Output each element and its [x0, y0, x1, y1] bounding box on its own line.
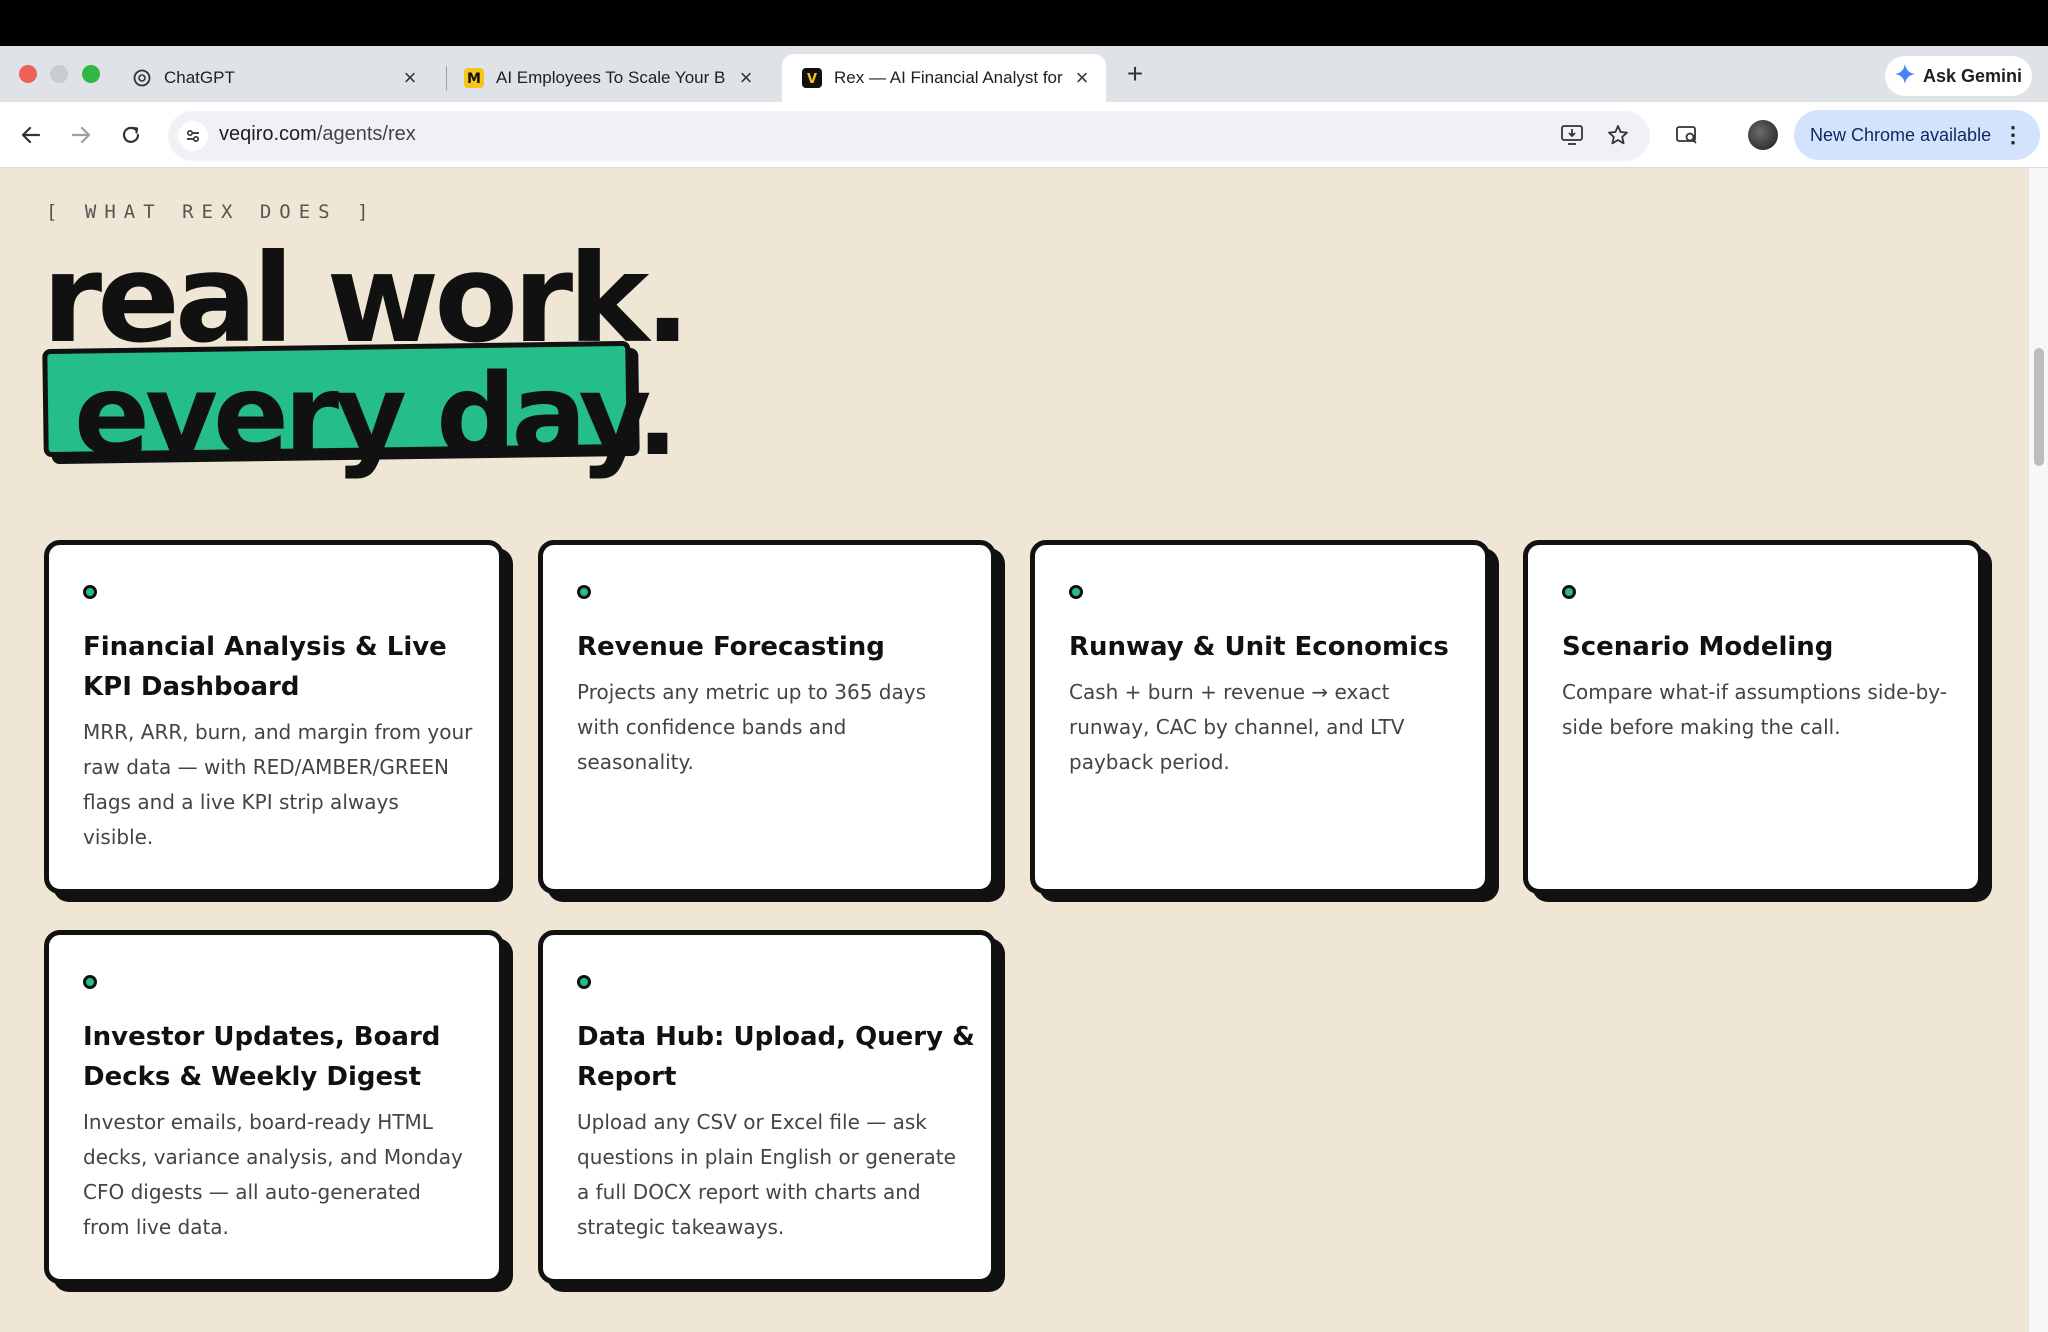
tab-search-icon[interactable]: [1672, 120, 1702, 150]
new-chrome-label: New Chrome available: [1810, 124, 1992, 145]
reload-icon: [122, 126, 140, 143]
feature-card-financial-analysis: Financial Analysis & Live KPI Dashboard …: [44, 540, 504, 894]
card-description: Upload any CSV or Excel file — ask quest…: [577, 1110, 956, 1239]
bookmark-star-icon[interactable]: [1603, 120, 1633, 150]
veqiro-icon: V: [802, 68, 822, 88]
card-bullet-dot: [1562, 585, 1576, 599]
tab-title: ChatGPT: [164, 68, 235, 87]
card-description: Investor emails, board-ready HTML decks,…: [83, 1110, 463, 1239]
back-button[interactable]: [16, 120, 46, 150]
scrollbar-thumb[interactable]: [2034, 348, 2044, 466]
tab-ai-employees[interactable]: M AI Employees To Scale Your B ×: [444, 54, 770, 102]
tab-close-icon[interactable]: ×: [1070, 66, 1094, 90]
tab-title: Rex — AI Financial Analyst for: [834, 68, 1063, 87]
svg-text:V: V: [807, 72, 817, 87]
ask-gemini-label: Ask Gemini: [1923, 65, 2023, 86]
reload-button[interactable]: [116, 120, 146, 150]
minimize-window-button[interactable]: [50, 65, 68, 83]
url-host: veqiro.com: [219, 123, 317, 145]
back-arrow-icon: [21, 126, 41, 144]
svg-text:M: M: [467, 71, 481, 87]
tab-title: AI Employees To Scale Your B: [496, 68, 726, 87]
card-bullet-dot: [83, 585, 97, 599]
card-title: Financial Analysis & Live KPI Dashboard: [83, 632, 447, 702]
section-eyebrow: [ WHAT REX DOES ]: [46, 201, 377, 223]
tab-chatgpt[interactable]: ChatGPT ×: [112, 54, 434, 102]
close-window-button[interactable]: [19, 65, 37, 83]
url-text[interactable]: veqiro.com/agents/rex: [219, 123, 416, 146]
top-black-strip: [0, 0, 2048, 46]
tab-close-icon[interactable]: ×: [398, 66, 422, 90]
tab-rex-active[interactable]: V Rex — AI Financial Analyst for ×: [782, 54, 1106, 102]
ask-gemini-button[interactable]: Ask Gemini: [1885, 56, 2032, 96]
feature-card-scenario-modeling: Scenario Modeling Compare what-if assump…: [1523, 540, 1983, 894]
card-title: Investor Updates, Board Decks & Weekly D…: [83, 1022, 441, 1092]
profile-avatar[interactable]: [1748, 120, 1778, 150]
card-description: Projects any metric up to 365 days with …: [577, 680, 926, 774]
more-menu-icon[interactable]: ⋮: [2002, 124, 2024, 146]
card-description: Cash + burn + revenue → exact runway, CA…: [1069, 680, 1405, 774]
install-app-icon[interactable]: [1557, 120, 1587, 150]
card-description: Compare what-if assumptions side-by-side…: [1562, 680, 1948, 739]
chatgpt-icon: [132, 68, 152, 88]
headline-line-2: every day.: [74, 351, 679, 481]
card-bullet-dot: [83, 975, 97, 989]
card-title: Scenario Modeling: [1562, 632, 1834, 662]
new-tab-button[interactable]: +: [1120, 60, 1150, 90]
card-title: Data Hub: Upload, Query & Report: [577, 1022, 975, 1092]
tab-close-icon[interactable]: ×: [734, 66, 758, 90]
scrollbar[interactable]: [2028, 168, 2048, 1332]
url-path: /agents/rex: [316, 123, 416, 145]
m-logo-icon: M: [464, 68, 484, 88]
gemini-sparkle-icon: [1895, 63, 1915, 89]
card-title: Revenue Forecasting: [577, 632, 885, 662]
feature-card-data-hub: Data Hub: Upload, Query & Report Upload …: [538, 930, 996, 1284]
feature-card-revenue-forecasting: Revenue Forecasting Projects any metric …: [538, 540, 996, 894]
feature-card-runway: Runway & Unit Economics Cash + burn + re…: [1030, 540, 1490, 894]
new-chrome-available-button[interactable]: New Chrome available ⋮: [1794, 110, 2040, 160]
site-info-icon[interactable]: [178, 121, 208, 151]
card-bullet-dot: [577, 975, 591, 989]
card-bullet-dot: [1069, 585, 1083, 599]
feature-card-investor-updates: Investor Updates, Board Decks & Weekly D…: [44, 930, 504, 1284]
forward-button[interactable]: [66, 120, 96, 150]
card-title: Runway & Unit Economics: [1069, 632, 1449, 662]
forward-arrow-icon: [71, 126, 91, 144]
card-description: MRR, ARR, burn, and margin from your raw…: [83, 720, 473, 849]
card-bullet-dot: [577, 585, 591, 599]
maximize-window-button[interactable]: [82, 65, 100, 83]
